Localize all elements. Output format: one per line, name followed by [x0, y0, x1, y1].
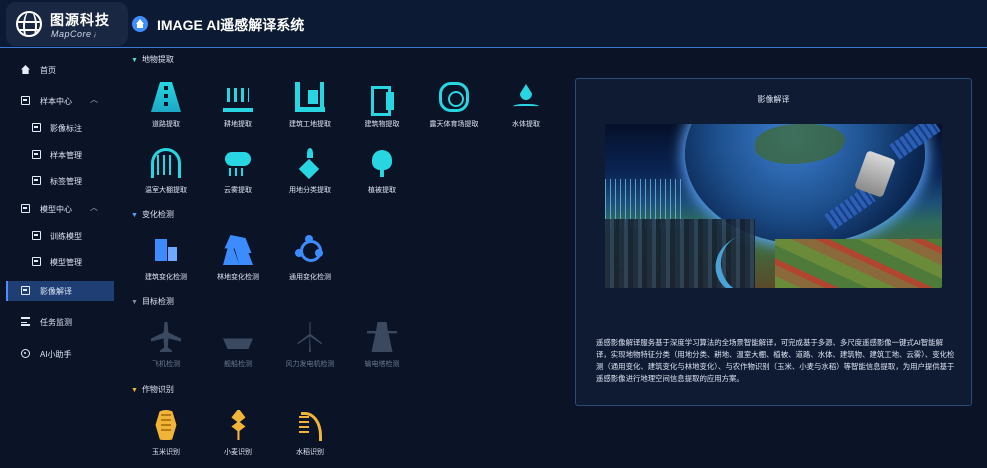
tool-water-extract[interactable]: 水体提取 — [489, 82, 563, 142]
sidebar-item-label: 标签管理 — [50, 177, 82, 186]
tool-vegetation-extract[interactable]: 植被提取 — [345, 148, 419, 208]
logo-name-cn: 图源科技 — [50, 12, 110, 28]
tool-greenhouse-extract[interactable]: 温室大棚提取 — [129, 148, 203, 208]
sidebar-item-label: AI小助手 — [40, 350, 72, 359]
section-title-crop: ▼ 作物识别 — [131, 385, 174, 394]
rice-icon — [295, 410, 325, 441]
sidebar-item-image-interpret[interactable]: 影像解译 — [6, 281, 114, 301]
cloud-icon — [223, 148, 253, 178]
tool-rice-recognize[interactable]: 水稻识别 — [273, 410, 347, 468]
sidebar-item-label: 模型中心 — [40, 205, 72, 214]
image-annotate-icon — [32, 123, 41, 132]
sidebar-item-ai-assistant[interactable]: AI小助手 — [0, 344, 122, 364]
sidebar-item-label: 影像标注 — [50, 124, 82, 133]
tool-corn-recognize[interactable]: 玉米识别 — [129, 410, 203, 468]
tool-power-tower-detect: 输电塔检测 — [345, 322, 419, 382]
app-title: IMAGE AI遥感解译系统 — [157, 17, 305, 33]
sidebar-item-home[interactable]: 首页 — [0, 60, 122, 80]
sidebar-item-label: 影像解译 — [40, 287, 72, 296]
tag-manage-icon — [32, 176, 41, 185]
tool-general-change[interactable]: 通用变化检测 — [273, 235, 347, 295]
tool-landuse-extract[interactable]: 用地分类提取 — [273, 148, 347, 208]
crane-icon — [295, 82, 325, 112]
wind-turbine-icon — [297, 322, 322, 352]
scrollbar[interactable] — [977, 52, 983, 463]
building-change-icon — [151, 235, 181, 265]
info-panel: 影像解译 遥感影像解译服务基于深度学习算法的全场景智能解译，可完成基于多源、多尺… — [575, 78, 972, 406]
sidebar-item-tag-manage[interactable]: 标签管理 — [0, 171, 122, 191]
tool-farmland-extract[interactable]: 耕地提取 — [201, 82, 275, 142]
tool-wind-turbine-detect: 风力发电机检测 — [273, 322, 347, 382]
tool-aircraft-detect: 飞机检测 — [129, 322, 203, 382]
model-center-icon — [21, 204, 30, 213]
sidebar-item-model-center[interactable]: 模型中心 ︿ — [0, 199, 122, 219]
tool-road-extract[interactable]: 道路提取 — [129, 82, 203, 142]
tool-building-change[interactable]: 建筑变化检测 — [129, 235, 203, 295]
greenhouse-icon — [151, 148, 181, 178]
forest-icon — [223, 235, 253, 265]
logo-name-en: MapCore ᵢ — [51, 29, 97, 39]
wheat-icon — [231, 410, 246, 440]
tool-stadium-extract[interactable]: 露天体育场提取 — [417, 82, 491, 142]
building-icon — [367, 82, 397, 116]
tree-icon — [367, 148, 397, 178]
panel-title: 影像解译 — [757, 95, 790, 104]
sidebar: 首页 样本中心 ︿ 影像标注 样本管理 标签管理 模型中心 ︿ 训练模型 模型管… — [0, 49, 122, 468]
land-use-icon — [295, 148, 325, 178]
sidebar-item-label: 任务监测 — [40, 318, 72, 327]
sidebar-item-label: 训练模型 — [50, 232, 82, 241]
tool-cloud-extract[interactable]: 云雾提取 — [201, 148, 275, 208]
farmland-icon — [223, 82, 253, 112]
panel-description: 遥感影像解译服务基于深度学习算法的全场景智能解译，可完成基于多源、多尺度遥感影像… — [596, 338, 955, 383]
tool-forest-change[interactable]: 林地变化检测 — [201, 235, 275, 295]
section-title-extract: ▼ 地物提取 — [131, 55, 174, 64]
sample-center-icon — [21, 96, 30, 105]
chevron-up-icon[interactable]: ︿ — [90, 94, 98, 105]
power-tower-icon — [367, 322, 397, 352]
ai-assistant-icon — [21, 349, 30, 358]
image-interpret-icon — [21, 286, 30, 295]
sidebar-item-label: 首页 — [40, 66, 56, 75]
sidebar-item-model-manage[interactable]: 模型管理 — [0, 252, 122, 272]
sidebar-item-image-annotate[interactable]: 影像标注 — [0, 118, 122, 138]
sidebar-item-sample-center[interactable]: 样本中心 ︿ — [0, 91, 122, 111]
airplane-icon — [151, 322, 181, 352]
task-monitor-icon — [21, 317, 30, 326]
home-icon — [21, 65, 30, 74]
logo[interactable]: 图源科技 MapCore ᵢ — [6, 2, 128, 46]
sidebar-item-label: 样本中心 — [40, 97, 72, 106]
section-title-change: ▼ 变化检测 — [131, 210, 174, 219]
cycle-icon — [295, 235, 325, 265]
water-drop-icon — [511, 82, 541, 112]
sidebar-item-label: 模型管理 — [50, 258, 82, 267]
road-icon — [151, 82, 181, 112]
tool-building-extract[interactable]: 建筑物提取 — [345, 82, 419, 142]
section-title-target: ▼ 目标检测 — [131, 297, 174, 306]
sidebar-item-task-monitor[interactable]: 任务监测 — [0, 312, 122, 332]
ship-icon — [223, 338, 253, 349]
stadium-icon — [439, 82, 469, 112]
top-bar: 图源科技 MapCore ᵢ IMAGE AI遥感解译系统 — [0, 0, 987, 48]
sample-manage-icon — [32, 150, 41, 159]
chevron-up-icon[interactable]: ︿ — [90, 202, 98, 213]
model-manage-icon — [32, 257, 41, 266]
sidebar-item-label: 样本管理 — [50, 151, 82, 160]
globe-logo-icon — [16, 11, 42, 37]
corn-icon — [155, 410, 177, 440]
train-model-icon — [32, 231, 41, 240]
tool-construction-site-extract[interactable]: 建筑工地提取 — [273, 82, 347, 142]
home-badge-icon — [132, 16, 148, 32]
sidebar-item-sample-manage[interactable]: 样本管理 — [0, 145, 122, 165]
tool-ship-detect: 舰船检测 — [201, 322, 275, 382]
sidebar-item-train-model[interactable]: 训练模型 — [0, 226, 122, 246]
hero-image — [605, 124, 942, 288]
tool-wheat-recognize[interactable]: 小麦识别 — [201, 410, 275, 468]
